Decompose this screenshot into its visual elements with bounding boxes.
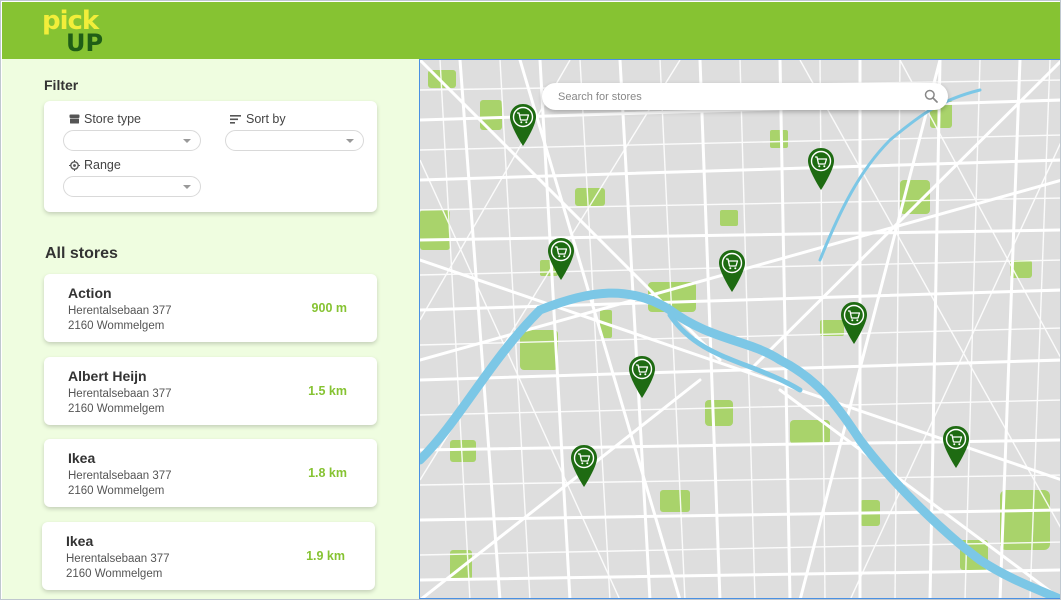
store-location-pin[interactable] <box>718 249 746 293</box>
sort-by-label: Sort by <box>230 112 286 126</box>
location-target-icon <box>69 159 80 171</box>
filter-heading: Filter <box>44 77 79 93</box>
store-city: 2160 Wommelgem <box>66 568 163 580</box>
store-city: 2160 Wommelgem <box>68 485 165 497</box>
store-name: Albert Heijn <box>68 368 147 384</box>
sort-icon <box>230 115 241 124</box>
store-card[interactable]: Action Herentalsebaan 377 2160 Wommelgem… <box>44 274 377 342</box>
store-name: Ikea <box>68 450 96 466</box>
logo-text-bottom: UP <box>66 29 104 57</box>
store-type-label: Store type <box>69 112 141 126</box>
map-view[interactable] <box>419 59 1060 599</box>
range-label: Range <box>69 158 121 172</box>
store-city: 2160 Wommelgem <box>68 403 165 415</box>
store-type-select[interactable] <box>63 130 201 151</box>
store-address: Herentalsebaan 377 2160 Wommelgem <box>68 387 172 417</box>
sort-by-select[interactable] <box>225 130 364 151</box>
pickup-logo[interactable]: pick UP <box>42 6 104 57</box>
store-location-pin[interactable] <box>570 444 598 488</box>
app-window: pick UP Filter Store type Sort by Range … <box>0 0 1061 600</box>
store-location-pin[interactable] <box>547 237 575 281</box>
store-distance: 1.8 km <box>308 466 347 480</box>
sidebar: Filter Store type Sort by Range All stor… <box>2 59 419 599</box>
store-distance: 1.5 km <box>308 384 347 398</box>
store-address: Herentalsebaan 377 2160 Wommelgem <box>68 304 172 334</box>
store-location-pin[interactable] <box>628 355 656 399</box>
store-card[interactable]: Albert Heijn Herentalsebaan 377 2160 Wom… <box>44 357 377 425</box>
store-street: Herentalsebaan 377 <box>68 305 172 317</box>
search-input[interactable] <box>558 88 908 106</box>
store-city: 2160 Wommelgem <box>68 320 165 332</box>
store-card[interactable]: Ikea Herentalsebaan 377 2160 Wommelgem 1… <box>44 439 377 507</box>
header-bar: pick UP <box>2 2 1060 59</box>
store-location-pin[interactable] <box>807 147 835 191</box>
store-address: Herentalsebaan 377 2160 Wommelgem <box>66 552 170 582</box>
store-location-pin[interactable] <box>942 425 970 469</box>
magnifier-icon[interactable] <box>924 89 938 103</box>
range-select[interactable] <box>63 176 201 197</box>
filter-panel: Store type Sort by Range <box>44 101 377 212</box>
store-card[interactable]: Ikea Herentalsebaan 377 2160 Wommelgem 1… <box>42 522 375 590</box>
all-stores-heading: All stores <box>45 245 118 262</box>
store-search-bar[interactable] <box>542 83 948 110</box>
store-icon <box>69 114 80 124</box>
store-type-text: Store type <box>84 112 141 126</box>
range-text: Range <box>84 158 121 172</box>
chevron-down-icon <box>183 139 191 143</box>
store-distance: 900 m <box>311 301 347 315</box>
sort-by-text: Sort by <box>246 112 286 126</box>
store-street: Herentalsebaan 377 <box>68 388 172 400</box>
chevron-down-icon <box>346 139 354 143</box>
store-distance: 1.9 km <box>306 549 345 563</box>
store-name: Action <box>68 285 112 301</box>
store-address: Herentalsebaan 377 2160 Wommelgem <box>68 469 172 499</box>
store-location-pin[interactable] <box>840 301 868 345</box>
store-location-pin[interactable] <box>509 103 537 147</box>
store-name: Ikea <box>66 533 94 549</box>
chevron-down-icon <box>183 185 191 189</box>
store-street: Herentalsebaan 377 <box>68 470 172 482</box>
store-street: Herentalsebaan 377 <box>66 553 170 565</box>
